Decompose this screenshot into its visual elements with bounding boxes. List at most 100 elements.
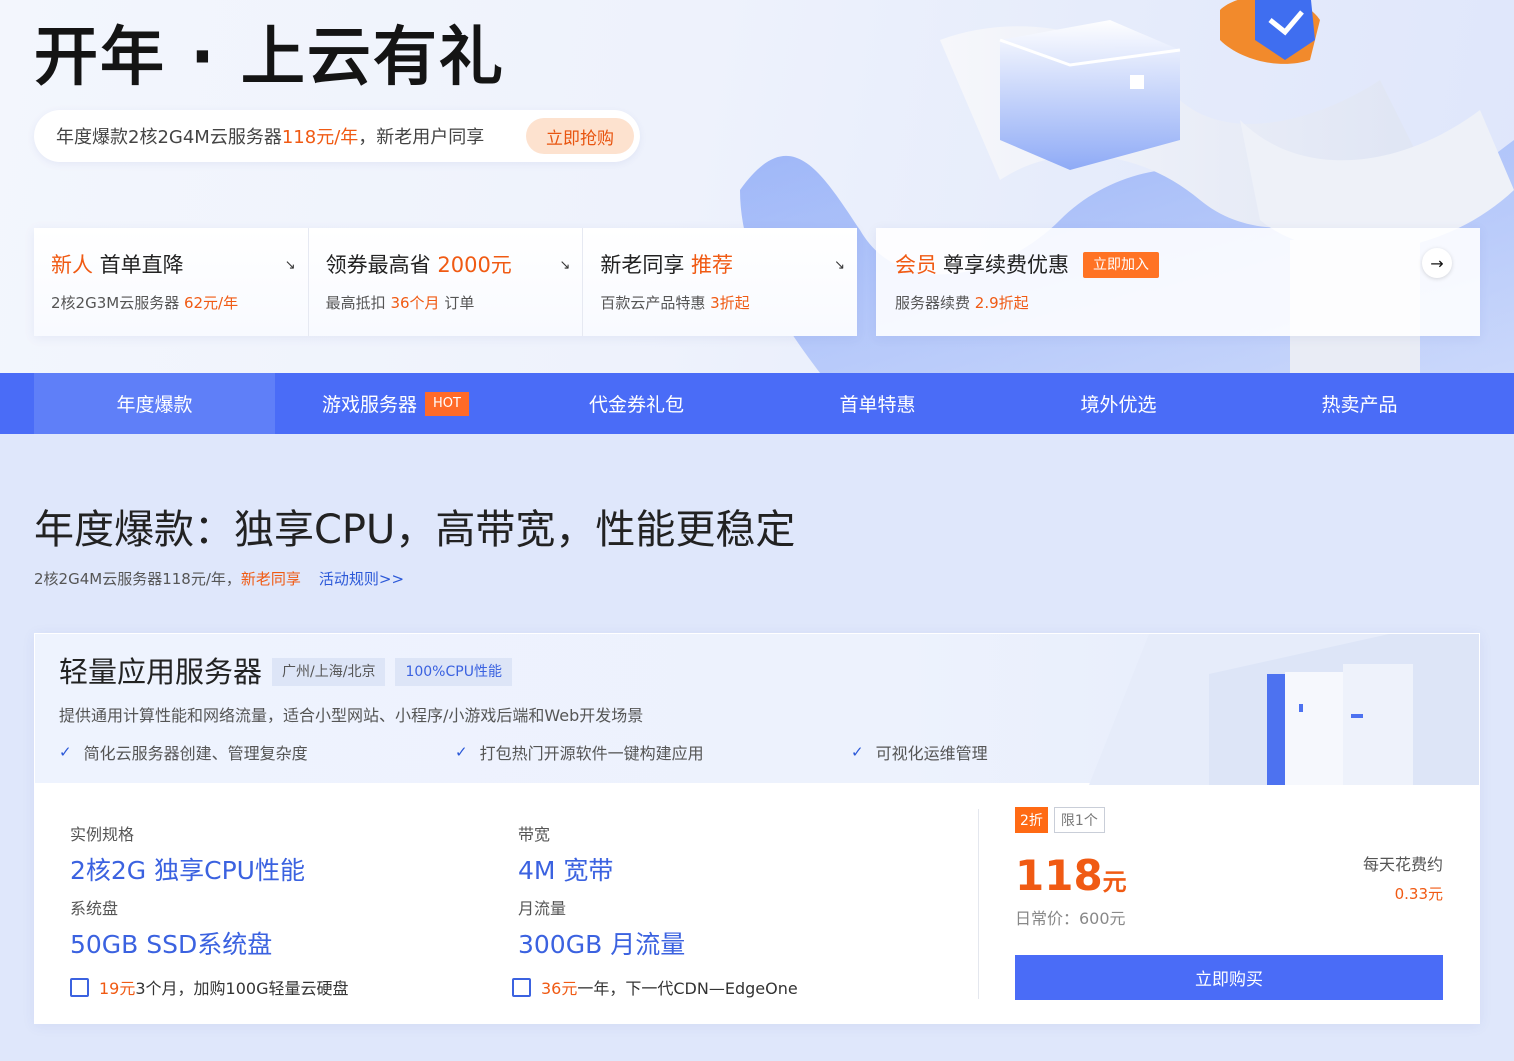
spec-bandwidth: 带宽 4M 宽带	[518, 821, 613, 887]
arrow-down-right-icon: ↘	[834, 258, 846, 273]
tab-voucher-pack[interactable]: 代金券礼包	[516, 373, 757, 434]
region-tag: 广州/上海/北京	[272, 658, 386, 686]
tab-label: 代金券礼包	[588, 394, 684, 416]
tab-label: 年度爆款	[116, 394, 193, 416]
feature-item: ✓ 简化云服务器创建、管理复杂度	[59, 740, 455, 764]
discount-badge: 2折	[1015, 807, 1048, 833]
daily-cost-label: 每天花费约	[1362, 855, 1443, 874]
card-title: 首单直降	[93, 253, 184, 277]
buy-now-button[interactable]: 立即购买	[1015, 955, 1443, 1000]
daily-cost-value: 0.33元	[1394, 885, 1443, 903]
addon-disk-option[interactable]: 19元 3个月，加购100G轻量云硬盘	[70, 975, 349, 999]
promo-suffix: ，新老用户同享	[358, 127, 485, 148]
product-title: 轻量应用服务器 广州/上海/北京 100%CPU性能	[59, 654, 512, 690]
product-card: 轻量应用服务器 广州/上海/北京 100%CPU性能 提供通用计算性能和网络流量…	[34, 633, 1480, 1024]
join-now-button[interactable]: 立即加入	[1083, 252, 1159, 278]
member-sub: 服务器续费	[895, 294, 975, 312]
feature-item: ✓ 可视化运维管理	[851, 740, 1247, 764]
spec-label: 带宽	[518, 825, 551, 844]
spec-label: 系统盘	[70, 899, 119, 918]
addon-checkbox[interactable]	[512, 977, 531, 997]
arrow-down-right-icon: ↘	[559, 258, 571, 273]
hero-banner: 开年 · 上云有礼 年度爆款2核2G4M云服务器 118元/年 ，新老用户同享 立即…	[0, 0, 1514, 373]
price: 118元	[1015, 851, 1127, 907]
spec-label: 实例规格	[70, 825, 135, 844]
card-title-highlight: 2000元	[437, 253, 512, 277]
addon-text: 3个月，加购100G轻量云硬盘	[135, 979, 349, 998]
addon-cdn-option[interactable]: 36元 一年，下一代CDN—EdgeOne	[512, 975, 798, 999]
card-sub: 2核2G3M云服务器	[51, 294, 184, 312]
tab-first-order[interactable]: 首单特惠	[757, 373, 998, 434]
daily-cost: 每天花费约 0.33元	[1363, 851, 1443, 904]
price-unit: 元	[1102, 868, 1127, 896]
section-sub-highlight: 新老同享	[240, 570, 301, 588]
activity-rules-link[interactable]: 活动规则>>	[319, 570, 404, 588]
spec-value: 4M 宽带	[518, 856, 614, 885]
spec-label: 月流量	[518, 899, 567, 918]
promo-text: 年度爆款2核2G4M云服务器	[56, 127, 282, 148]
addon-checkbox[interactable]	[70, 977, 89, 997]
addon-text: 一年，下一代CDN—EdgeOne	[577, 979, 798, 998]
promo-cards: 新人 首单直降 2核2G3M云服务器 62元/年 ↘ 领券最高省 2000元 最…	[34, 228, 858, 336]
member-card[interactable]: 会员 尊享续费优惠 立即加入 服务器续费 2.9折起 →	[876, 228, 1480, 336]
spec-value: 2核2G 独享CPU性能	[70, 856, 305, 885]
card-sub: 百款云产品特惠	[600, 294, 711, 312]
tab-hot-products[interactable]: 热卖产品	[1239, 373, 1480, 434]
spec-value: 300GB 月流量	[518, 930, 686, 959]
feature-item: ✓ 打包热门开源软件一键构建应用	[455, 740, 851, 764]
hot-badge: HOT	[425, 391, 469, 416]
card-sub-highlight: 62元/年	[183, 294, 239, 312]
spec-value: 50GB SSD系统盘	[70, 930, 273, 959]
tab-overseas[interactable]: 境外优选	[998, 373, 1239, 434]
tab-game-servers[interactable]: 游戏服务器 HOT	[275, 373, 516, 434]
member-title: 尊享续费优惠	[943, 253, 1069, 277]
card-sub: 最高抵扣	[325, 294, 391, 312]
divider	[978, 809, 979, 999]
feature-text: 可视化运维管理	[875, 744, 988, 763]
grab-now-button[interactable]: 立即抢购	[526, 118, 634, 154]
card-title-highlight: 新人	[51, 253, 93, 277]
arrow-right-icon[interactable]: →	[1422, 248, 1452, 278]
spec-instance: 实例规格 2核2G 独享CPU性能	[70, 821, 305, 887]
cpu-tag: 100%CPU性能	[395, 658, 512, 686]
addon-price: 36元	[541, 979, 578, 998]
tab-label: 首单特惠	[839, 394, 916, 416]
check-icon: ✓	[59, 743, 72, 761]
newbie-card[interactable]: 新人 首单直降 2核2G3M云服务器 62元/年 ↘	[34, 228, 309, 336]
arrow-down-right-icon: ↘	[284, 258, 296, 273]
product-name: 轻量应用服务器	[59, 655, 263, 689]
section-sub-text: 2核2G4M云服务器118元/年，	[34, 570, 241, 588]
category-tabs: 年度爆款 游戏服务器 HOT 代金券礼包 首单特惠 境外优选 热卖产品	[0, 373, 1514, 434]
member-title-highlight: 会员	[895, 253, 937, 277]
spec-traffic: 月流量 300GB 月流量	[518, 895, 685, 961]
spec-disk: 系统盘 50GB SSD系统盘	[70, 895, 272, 961]
product-description: 提供通用计算性能和网络流量，适合小型网站、小程序/小游戏后端和Web开发场景	[59, 706, 644, 725]
card-sub-suffix: 订单	[439, 294, 475, 312]
card-sub-highlight: 36个月	[390, 294, 440, 312]
hero-title: 开年 · 上云有礼	[34, 21, 505, 95]
tab-annual-hits[interactable]: 年度爆款	[34, 373, 275, 434]
check-icon: ✓	[851, 743, 864, 761]
shared-deal-card[interactable]: 新老同享 推荐 百款云产品特惠 3折起 ↘	[583, 228, 858, 336]
feature-text: 简化云服务器创建、管理复杂度	[83, 744, 308, 763]
section-title: 年度爆款：独享CPU，高带宽，性能更稳定	[34, 507, 796, 553]
check-icon: ✓	[455, 743, 468, 761]
card-title-highlight: 推荐	[691, 253, 734, 277]
member-sub-highlight: 2.9折起	[974, 294, 1029, 312]
addon-price: 19元	[99, 979, 136, 998]
tab-label: 境外优选	[1080, 394, 1157, 416]
promo-price: 118元/年	[281, 127, 359, 148]
section-subtitle: 2核2G4M云服务器118元/年，新老同享 活动规则>>	[34, 568, 404, 589]
original-price: 日常价：600元	[1015, 909, 1126, 928]
purchase-panel: 2折 限1个 118元 日常价：600元 每天花费约 0.33元 立即购买	[1015, 807, 1443, 1000]
tab-label: 热卖产品	[1321, 394, 1398, 416]
price-value: 118	[1015, 851, 1103, 900]
product-header: 轻量应用服务器 广州/上海/北京 100%CPU性能 提供通用计算性能和网络流量…	[34, 633, 1480, 785]
feature-list: ✓ 简化云服务器创建、管理复杂度 ✓ 打包热门开源软件一键构建应用 ✓ 可视化运维管理	[59, 740, 1247, 764]
feature-text: 打包热门开源软件一键构建应用	[479, 744, 704, 763]
limit-badge: 限1个	[1053, 807, 1105, 833]
tab-label: 游戏服务器	[322, 394, 418, 416]
coupon-card[interactable]: 领券最高省 2000元 最高抵扣 36个月 订单 ↘	[308, 228, 584, 336]
card-sub-highlight: 3折起	[710, 294, 750, 312]
card-title: 新老同享	[600, 253, 692, 277]
